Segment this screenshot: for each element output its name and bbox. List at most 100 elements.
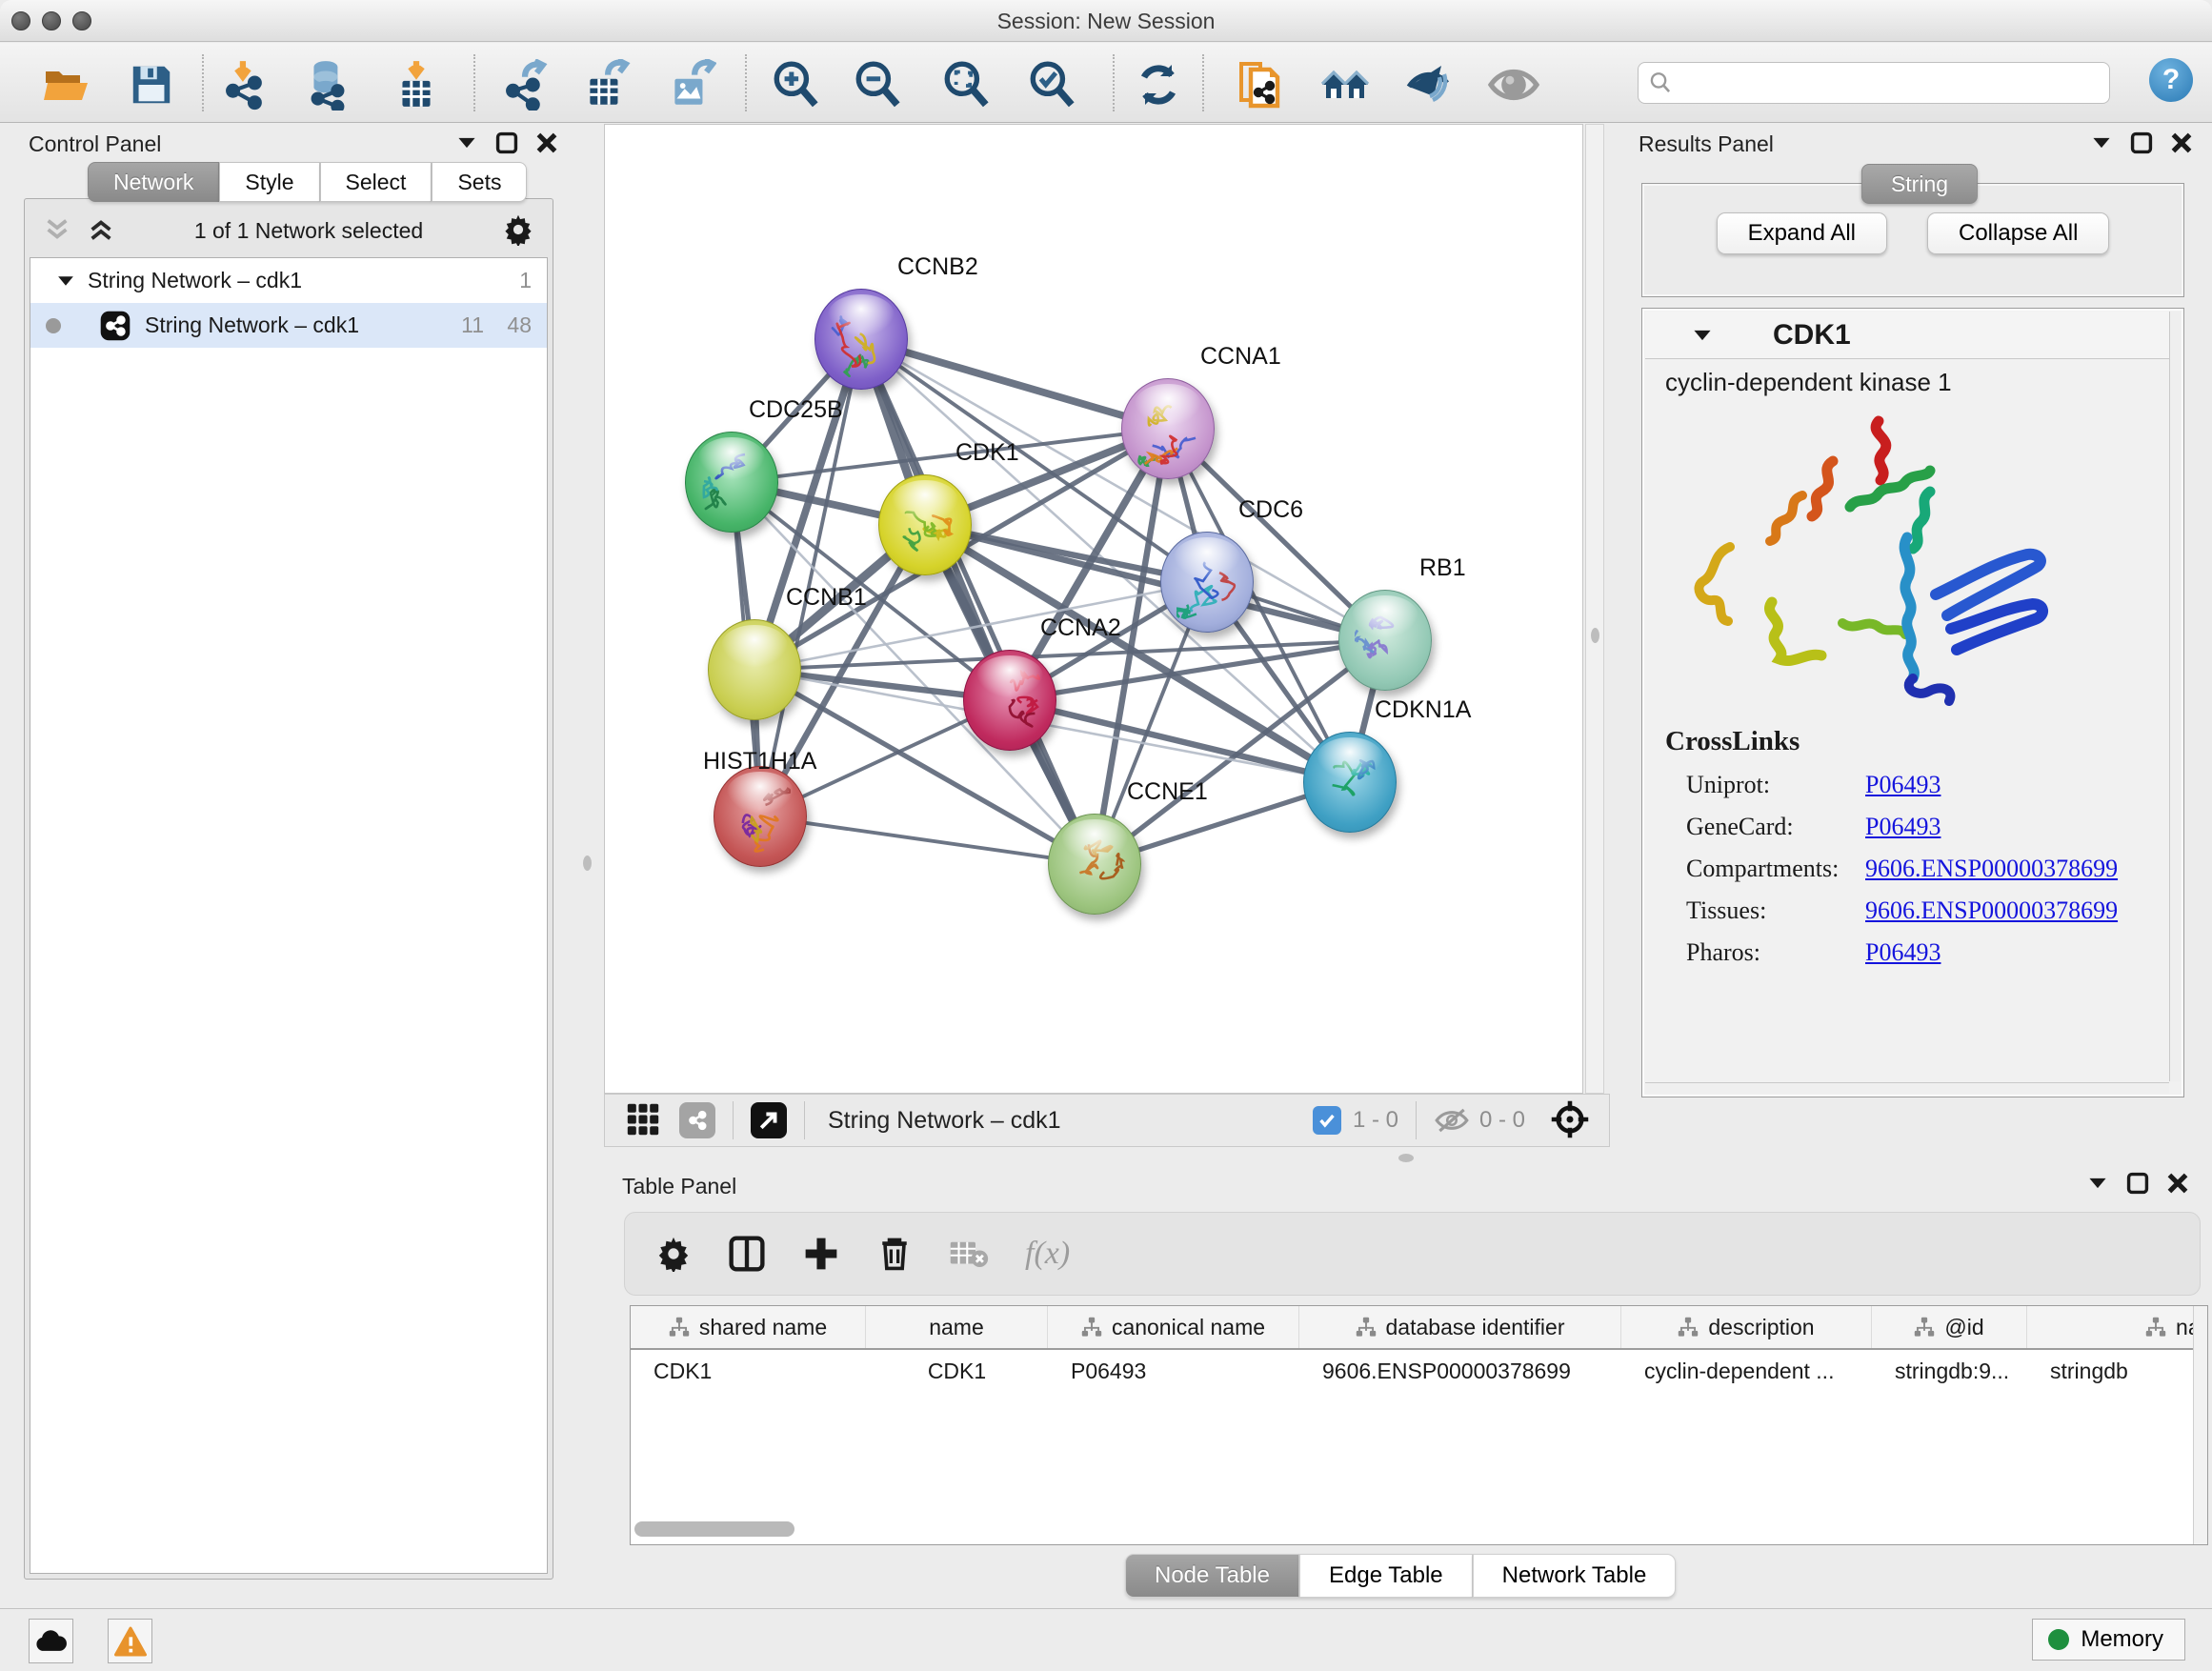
delete-table-button[interactable] (949, 1237, 989, 1271)
network-collection-row[interactable]: String Network – cdk1 1 (30, 258, 547, 303)
close-panel-button[interactable] (2166, 1172, 2189, 1195)
add-column-button[interactable] (802, 1235, 840, 1273)
column-header-database-identifier[interactable]: database identifier (1299, 1306, 1621, 1348)
tab-sets[interactable]: Sets (432, 162, 527, 202)
collapse-panel-button[interactable] (2086, 1172, 2109, 1195)
import-table-file-button[interactable] (390, 58, 443, 111)
search-field[interactable] (1638, 62, 2110, 104)
table-cell[interactable]: CDK1 (631, 1350, 866, 1392)
refresh-view-button[interactable] (1132, 58, 1185, 111)
birdseye-view-button[interactable] (1550, 1099, 1590, 1142)
zoom-fit-button[interactable] (939, 58, 993, 111)
collapse-panel-button[interactable] (455, 131, 478, 154)
open-session-button[interactable] (40, 58, 93, 111)
results-horizontal-scrollbar[interactable] (1645, 1082, 2169, 1094)
crosslink-link[interactable]: 9606.ENSP00000378699 (1865, 855, 2118, 882)
zoom-out-button[interactable] (851, 58, 904, 111)
tab-network-table[interactable]: Network Table (1473, 1554, 1677, 1598)
table-row[interactable]: CDK1CDK1P064939606.ENSP00000378699cyclin… (631, 1350, 2207, 1392)
splitter-knob[interactable] (1591, 628, 1599, 643)
crosslink-link[interactable]: P06493 (1865, 938, 1941, 966)
network-node-RB1[interactable] (1338, 590, 1432, 691)
network-node-CCNA1[interactable] (1121, 378, 1215, 479)
table-cell[interactable]: P06493 (1048, 1350, 1299, 1392)
table-cell[interactable]: stringdb (2027, 1350, 2208, 1392)
collapse-all-networks-button[interactable] (43, 215, 71, 247)
table-cell[interactable]: stringdb:9... (1872, 1350, 2027, 1392)
grid-view-button[interactable] (626, 1102, 660, 1139)
table-cell[interactable]: CDK1 (866, 1350, 1048, 1392)
string-enhance-button[interactable] (1403, 58, 1457, 111)
table-horizontal-scrollbar[interactable] (634, 1521, 794, 1537)
bottom-splitter-knob[interactable] (1398, 1154, 1414, 1162)
table-options-button[interactable] (655, 1236, 692, 1272)
string-home-button[interactable] (1318, 58, 1372, 111)
column-header-namespace[interactable]: namespace (2027, 1306, 2208, 1348)
network-node-HIST1H1A[interactable] (714, 766, 807, 867)
column-header-shared-name[interactable]: shared name (631, 1306, 866, 1348)
selected-nodes-checkbox[interactable] (1313, 1106, 1341, 1135)
left-splitter-knob[interactable] (583, 856, 592, 871)
network-options-button[interactable] (502, 213, 534, 249)
zoom-in-button[interactable] (769, 58, 822, 111)
network-node-CDC25B[interactable] (685, 432, 778, 533)
expand-all-button[interactable]: Expand All (1717, 212, 1887, 254)
table-vertical-scrollbar[interactable] (2193, 1306, 2207, 1544)
save-session-button[interactable] (125, 58, 178, 111)
float-panel-button[interactable] (2126, 1172, 2149, 1195)
crosslink-link[interactable]: P06493 (1865, 813, 1941, 840)
network-right-splitter[interactable] (1585, 124, 1604, 1094)
collapse-panel-button[interactable] (2090, 131, 2113, 154)
cloud-button[interactable] (29, 1619, 73, 1663)
import-network-database-button[interactable] (301, 58, 354, 111)
network-node-CDKN1A[interactable] (1303, 732, 1397, 833)
string-import-button[interactable] (1234, 58, 1287, 111)
network-node-CDK1[interactable] (878, 474, 972, 575)
entry-header[interactable]: CDK1 (1645, 312, 2170, 359)
network-node-CCNB1[interactable] (708, 619, 801, 720)
float-panel-button[interactable] (2130, 131, 2153, 154)
crosslink-link[interactable]: 9606.ENSP00000378699 (1865, 896, 2118, 924)
tab-style[interactable]: Style (219, 162, 319, 202)
column-header-description[interactable]: description (1621, 1306, 1872, 1348)
delete-column-button[interactable] (876, 1235, 913, 1273)
show-columns-button[interactable] (728, 1235, 766, 1273)
column-header-name[interactable]: name (866, 1306, 1048, 1348)
tab-node-table[interactable]: Node Table (1125, 1554, 1299, 1598)
function-builder-button[interactable]: f(x) (1025, 1236, 1070, 1272)
warnings-button[interactable] (108, 1619, 152, 1663)
table-cell[interactable]: cyclin-dependent ... (1621, 1350, 1872, 1392)
tab-edge-table[interactable]: Edge Table (1299, 1554, 1473, 1598)
network-node-CCNB2[interactable] (814, 289, 908, 390)
network-row[interactable]: String Network – cdk1 11 48 (30, 303, 547, 348)
help-button[interactable]: ? (2149, 58, 2193, 102)
tab-string[interactable]: String (1861, 164, 1978, 204)
collapse-all-button[interactable]: Collapse All (1927, 212, 2109, 254)
export-image-button[interactable] (664, 58, 717, 111)
table-cell[interactable]: 9606.ENSP00000378699 (1299, 1350, 1621, 1392)
crosslink-link[interactable]: P06493 (1865, 771, 1941, 798)
network-edge-HIST1H1A-CCNE1[interactable] (760, 816, 1095, 864)
close-panel-button[interactable] (535, 131, 558, 154)
network-node-CDC6[interactable] (1160, 532, 1254, 633)
export-network-file-button[interactable] (498, 58, 552, 111)
network-node-CCNA2[interactable] (963, 650, 1056, 751)
column-header-canonical-name[interactable]: canonical name (1048, 1306, 1299, 1348)
import-network-file-button[interactable] (218, 58, 271, 111)
results-vertical-scrollbar[interactable] (2169, 312, 2181, 1081)
close-panel-button[interactable] (2170, 131, 2193, 154)
column-header--id[interactable]: @id (1872, 1306, 2027, 1348)
expand-all-networks-button[interactable] (87, 215, 115, 247)
network-canvas[interactable]: CCNB2CCNA1CDC25BCDK1CDC6RB1CCNB1CCNA2CDK… (604, 124, 1583, 1094)
tab-network[interactable]: Network (88, 162, 219, 202)
network-badge-button[interactable] (679, 1102, 715, 1138)
memory-button[interactable]: Memory (2032, 1619, 2185, 1661)
network-node-CCNE1[interactable] (1048, 814, 1141, 915)
export-table-file-button[interactable] (579, 58, 633, 111)
search-input[interactable] (1673, 70, 2109, 95)
string-glass-button[interactable] (1487, 58, 1540, 111)
zoom-selected-button[interactable] (1025, 58, 1078, 111)
float-panel-button[interactable] (495, 131, 518, 154)
detach-view-button[interactable] (751, 1102, 787, 1138)
tab-select[interactable]: Select (320, 162, 432, 202)
